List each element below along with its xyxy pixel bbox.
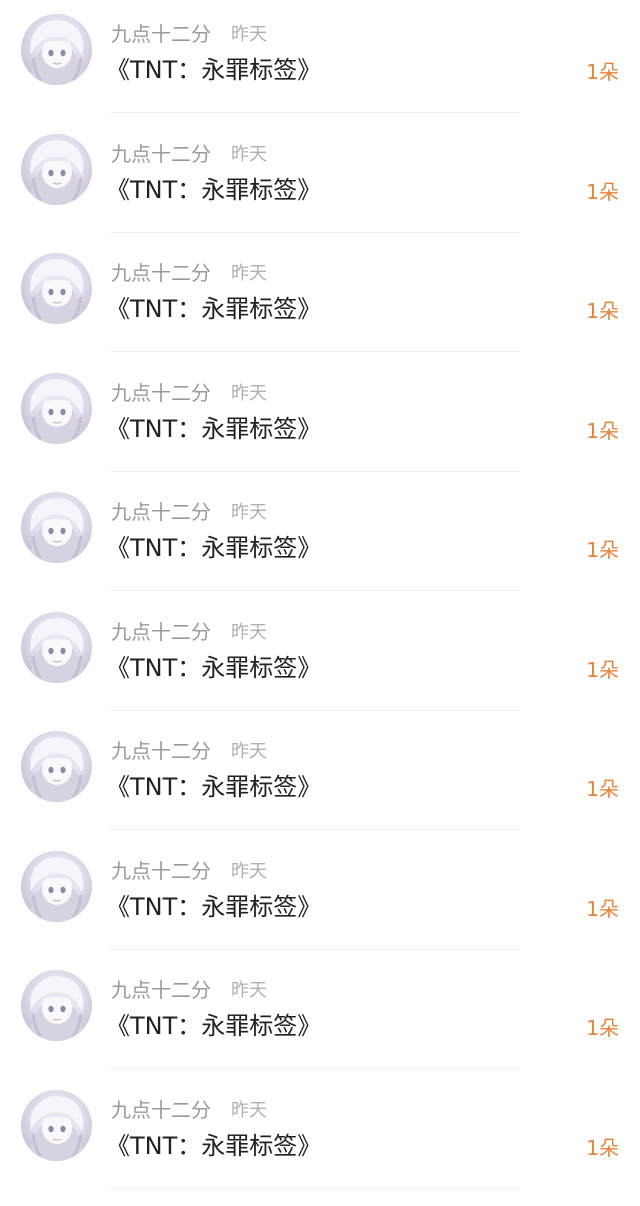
timestamp: 昨天 [231, 621, 267, 643]
avatar[interactable] [21, 970, 92, 1041]
timestamp: 昨天 [231, 24, 267, 45]
timestamp: 昨天 [231, 741, 267, 762]
flower-count: 1朵 [586, 538, 619, 562]
list-item[interactable]: 九点十二分 昨天 《TNT：永罪标签》 1朵 [0, 1076, 640, 1196]
list-item[interactable]: 九点十二分 昨天 《TNT：永罪标签》 1朵 [0, 120, 640, 240]
user-name[interactable]: 九点十二分 [111, 142, 211, 166]
book-title[interactable]: 《TNT：永罪标签》 [106, 175, 321, 205]
avatar[interactable] [21, 492, 92, 563]
divider [110, 829, 520, 830]
book-title[interactable]: 《TNT：永罪标签》 [106, 414, 321, 444]
book-title[interactable]: 《TNT：永罪标签》 [106, 1011, 321, 1041]
book-title[interactable]: 《TNT：永罪标签》 [106, 772, 321, 802]
anime-avatar-image [29, 617, 85, 683]
user-name[interactable]: 九点十二分 [111, 261, 211, 285]
list-item[interactable]: 九点十二分 昨天 《TNT：永罪标签》 1朵 [0, 717, 640, 837]
gift-record-list: 九点十二分 昨天 《TNT：永罪标签》 1朵 九点十二分 昨天 《TNT：永罪标… [0, 0, 640, 1206]
anime-avatar-image [29, 258, 85, 324]
anime-avatar-image [29, 139, 85, 205]
divider [110, 1187, 520, 1189]
avatar[interactable] [21, 133, 92, 205]
avatar[interactable] [21, 731, 92, 802]
user-name[interactable]: 九点十二分 [111, 978, 211, 1002]
anime-avatar-image [29, 856, 85, 922]
list-item[interactable]: 九点十二分 昨天 《TNT：永罪标签》 1朵 [0, 0, 640, 120]
anime-avatar-image [29, 975, 85, 1041]
divider [110, 948, 520, 950]
flower-count: 1朵 [586, 179, 619, 204]
timestamp: 昨天 [231, 382, 267, 404]
user-name[interactable]: 九点十二分 [111, 620, 211, 644]
flower-count: 1朵 [586, 1135, 619, 1160]
book-title[interactable]: 《TNT：永罪标签》 [106, 533, 321, 563]
book-title[interactable]: 《TNT：永罪标签》 [106, 294, 321, 324]
divider [110, 590, 520, 591]
user-name[interactable]: 九点十二分 [111, 739, 211, 763]
timestamp: 昨天 [231, 263, 267, 284]
user-name[interactable]: 九点十二分 [111, 859, 211, 883]
list-item[interactable]: 九点十二分 昨天 《TNT：永罪标签》 1朵 [0, 359, 640, 479]
avatar[interactable] [21, 372, 92, 444]
flower-count: 1朵 [586, 657, 619, 682]
list-item[interactable]: 九点十二分 昨天 《TNT：永罪标签》 1朵 [0, 598, 640, 718]
avatar[interactable] [21, 253, 92, 324]
avatar[interactable] [21, 14, 92, 85]
flower-count: 1朵 [586, 418, 619, 443]
list-item[interactable]: 九点十二分 昨天 《TNT：永罪标签》 1朵 [0, 239, 640, 359]
list-item[interactable]: 九点十二分 昨天 《TNT：永罪标签》 1朵 [0, 478, 640, 598]
timestamp: 昨天 [231, 1099, 267, 1121]
user-name[interactable]: 九点十二分 [111, 381, 211, 405]
anime-avatar-image [29, 19, 85, 85]
book-title[interactable]: 《TNT：永罪标签》 [106, 653, 321, 683]
avatar[interactable] [21, 1089, 92, 1161]
timestamp: 昨天 [231, 980, 267, 1001]
book-title[interactable]: 《TNT：永罪标签》 [106, 55, 321, 85]
anime-avatar-image [29, 736, 85, 802]
list-item[interactable]: 九点十二分 昨天 《TNT：永罪标签》 1朵 [0, 837, 640, 957]
anime-avatar-image [29, 1095, 85, 1161]
flower-count: 1朵 [586, 896, 619, 921]
divider [110, 112, 520, 113]
anime-avatar-image [29, 497, 85, 563]
list-item[interactable]: 九点十二分 昨天 《TNT：永罪标签》 1朵 [0, 956, 640, 1076]
divider [110, 351, 520, 352]
book-title[interactable]: 《TNT：永罪标签》 [106, 892, 321, 922]
book-title[interactable]: 《TNT：永罪标签》 [106, 1131, 321, 1161]
timestamp: 昨天 [231, 143, 267, 165]
user-name[interactable]: 九点十二分 [111, 22, 211, 46]
divider [110, 1068, 520, 1069]
timestamp: 昨天 [231, 860, 267, 882]
flower-count: 1朵 [586, 1016, 619, 1040]
user-name[interactable]: 九点十二分 [111, 500, 211, 524]
divider [110, 709, 520, 711]
flower-count: 1朵 [586, 299, 619, 323]
divider [110, 231, 520, 233]
user-name[interactable]: 九点十二分 [111, 1098, 211, 1122]
anime-avatar-image [29, 378, 85, 444]
avatar[interactable] [21, 850, 92, 922]
divider [110, 470, 520, 472]
timestamp: 昨天 [231, 502, 267, 523]
flower-count: 1朵 [586, 777, 619, 801]
flower-count: 1朵 [586, 60, 619, 84]
avatar[interactable] [21, 611, 92, 683]
